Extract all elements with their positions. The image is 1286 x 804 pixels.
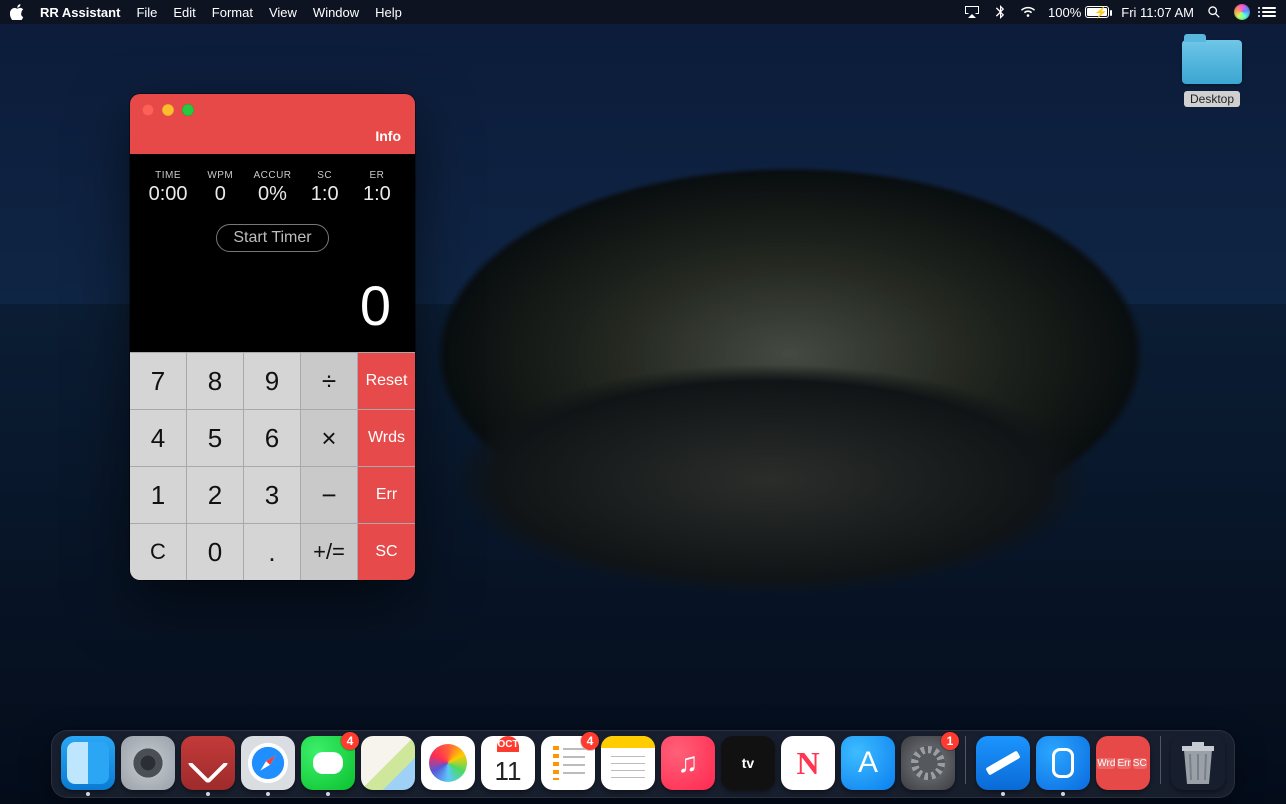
dock-app-store[interactable] (841, 736, 895, 790)
window-titlebar[interactable]: Info (130, 94, 415, 154)
stat-time: TIME 0:00 (142, 170, 194, 206)
dock-rr-assistant[interactable] (181, 736, 235, 790)
charging-icon: ⚡ (1094, 6, 1108, 19)
menubar-app-name[interactable]: RR Assistant (40, 5, 120, 20)
battery-status[interactable]: 100% ⚡ (1048, 5, 1109, 20)
menu-window[interactable]: Window (313, 5, 359, 20)
dock-divider-2 (1160, 736, 1161, 784)
menubar-clock[interactable]: Fri 11:07 AM (1121, 5, 1194, 20)
start-timer-button[interactable]: Start Timer (216, 224, 328, 252)
key-decimal[interactable]: . (244, 523, 301, 580)
menu-file[interactable]: File (136, 5, 157, 20)
dock-container: 4 OCT 11 4 tv 1 Wrd Err SC (0, 730, 1286, 798)
key-5[interactable]: 5 (187, 409, 244, 466)
key-0[interactable]: 0 (187, 523, 244, 580)
dock-rr-widget[interactable]: Wrd Err SC (1096, 736, 1150, 790)
dock-finder[interactable] (61, 736, 115, 790)
dock-notes[interactable] (601, 736, 655, 790)
stat-wpm: WPM 0 (194, 170, 246, 206)
settings-badge: 1 (941, 732, 959, 750)
dock-1password[interactable] (1036, 736, 1090, 790)
desktop-folder-label: Desktop (1184, 91, 1240, 107)
dock-messages[interactable]: 4 (301, 736, 355, 790)
dock-safari[interactable] (241, 736, 295, 790)
key-plus-equals[interactable]: +/= (301, 523, 358, 580)
dock-divider (965, 736, 966, 784)
bluetooth-icon[interactable] (992, 5, 1008, 19)
dock-system-preferences[interactable]: 1 (901, 736, 955, 790)
display-area: TIME 0:00 WPM 0 ACCUR 0% SC 1:0 ER 1:0 S… (130, 154, 415, 352)
apple-menu-icon[interactable] (10, 4, 26, 20)
siri-icon[interactable] (1234, 4, 1250, 20)
keypad: 7 8 9 ÷ Reset 4 5 6 × Wrds 1 2 3 − Err C… (130, 352, 415, 580)
battery-percentage: 100% (1048, 5, 1081, 20)
key-multiply[interactable]: × (301, 409, 358, 466)
calendar-month: OCT (497, 736, 518, 752)
notification-center-icon[interactable] (1262, 7, 1276, 17)
key-7[interactable]: 7 (130, 352, 187, 409)
menubar: RR Assistant File Edit Format View Windo… (0, 0, 1286, 24)
menu-help[interactable]: Help (375, 5, 402, 20)
airplay-icon[interactable] (964, 5, 980, 19)
window-close-button[interactable] (142, 104, 154, 116)
key-words[interactable]: Wrds (358, 409, 415, 466)
key-3[interactable]: 3 (244, 466, 301, 523)
key-8[interactable]: 8 (187, 352, 244, 409)
window-minimize-button[interactable] (162, 104, 174, 116)
dock-xcode[interactable] (976, 736, 1030, 790)
window-zoom-button[interactable] (182, 104, 194, 116)
info-button[interactable]: Info (375, 128, 401, 144)
dock-photos[interactable] (421, 736, 475, 790)
dock-trash[interactable] (1171, 736, 1225, 790)
key-reset[interactable]: Reset (358, 352, 415, 409)
key-9[interactable]: 9 (244, 352, 301, 409)
stat-er: ER 1:0 (351, 170, 403, 206)
spotlight-icon[interactable] (1206, 5, 1222, 19)
rr-assistant-window: Info TIME 0:00 WPM 0 ACCUR 0% SC 1:0 ER … (130, 94, 415, 580)
dock-news[interactable] (781, 736, 835, 790)
dock-maps[interactable] (361, 736, 415, 790)
reminders-badge: 4 (581, 732, 599, 750)
wifi-icon[interactable] (1020, 5, 1036, 19)
key-1[interactable]: 1 (130, 466, 187, 523)
display-value: 0 (142, 252, 403, 344)
dock-tv[interactable]: tv (721, 736, 775, 790)
folder-icon (1182, 40, 1242, 84)
dock-music[interactable] (661, 736, 715, 790)
menu-format[interactable]: Format (212, 5, 253, 20)
dock: 4 OCT 11 4 tv 1 Wrd Err SC (51, 730, 1235, 798)
menu-edit[interactable]: Edit (173, 5, 195, 20)
calendar-day: 11 (495, 752, 522, 790)
menu-view[interactable]: View (269, 5, 297, 20)
desktop-folder[interactable]: Desktop (1166, 40, 1258, 108)
key-divide[interactable]: ÷ (301, 352, 358, 409)
key-2[interactable]: 2 (187, 466, 244, 523)
messages-badge: 4 (341, 732, 359, 750)
dock-reminders[interactable]: 4 (541, 736, 595, 790)
key-minus[interactable]: − (301, 466, 358, 523)
key-6[interactable]: 6 (244, 409, 301, 466)
key-4[interactable]: 4 (130, 409, 187, 466)
stat-sc: SC 1:0 (299, 170, 351, 206)
stat-accuracy: ACCUR 0% (246, 170, 298, 206)
dock-launchpad[interactable] (121, 736, 175, 790)
key-err[interactable]: Err (358, 466, 415, 523)
wallpaper-island-shadow (420, 360, 1120, 660)
key-sc[interactable]: SC (358, 523, 415, 580)
key-clear[interactable]: C (130, 523, 187, 580)
dock-calendar[interactable]: OCT 11 (481, 736, 535, 790)
